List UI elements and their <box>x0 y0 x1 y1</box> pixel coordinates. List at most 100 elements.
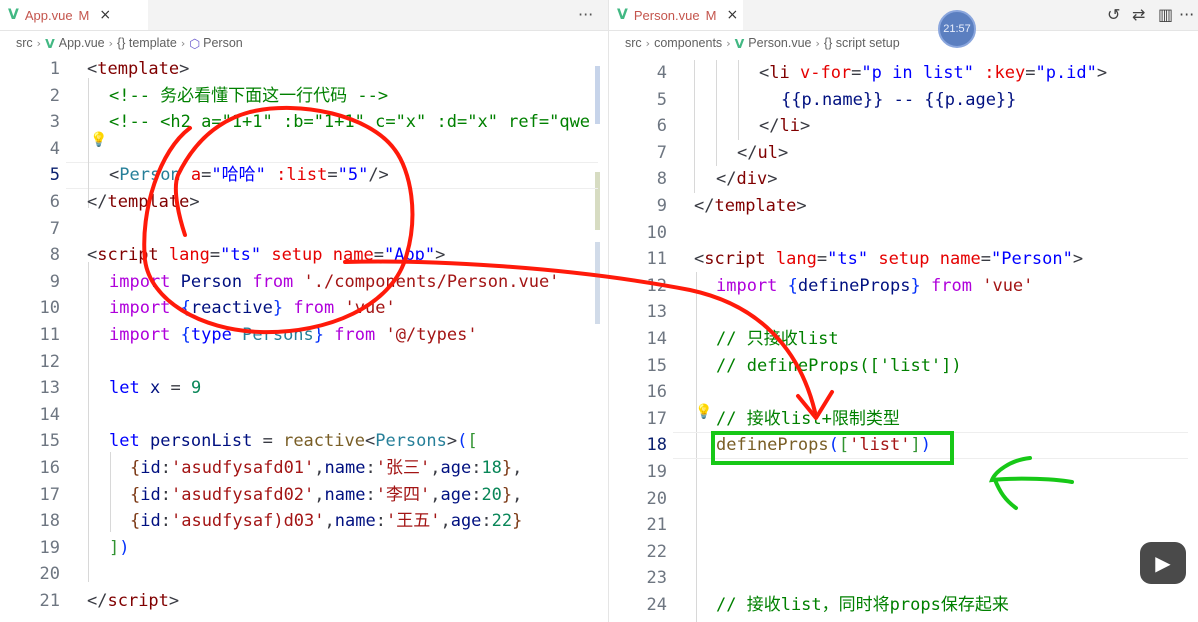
left-tab-bar: V App.vue M × ··· <box>0 0 608 31</box>
line-number: 5 <box>49 165 60 186</box>
breadcrumb-file[interactable]: App.vue <box>59 36 105 50</box>
breadcrumb-src[interactable]: src <box>16 36 33 50</box>
line-number: 20 <box>39 564 60 585</box>
code-line: 9 </template> <box>609 193 1198 220</box>
line-text: </template> <box>694 196 807 216</box>
line-text: // defineProps(['list']) <box>716 355 962 376</box>
code-line: 21 </script> <box>0 588 608 615</box>
line-number: 14 <box>646 329 667 349</box>
line-text: {id:'asudfysaf)d03',name:'王五',age:22} <box>130 511 523 532</box>
code-line: 24 // 接收list，同时将props保存起来 <box>609 592 1198 619</box>
line-number: 12 <box>39 351 60 372</box>
line-number: 9 <box>49 271 60 292</box>
code-line: 12 import {defineProps} from 'vue' <box>609 273 1198 300</box>
code-line: 19]) <box>0 535 608 562</box>
line-number: 10 <box>39 298 60 319</box>
code-line: 14 <box>0 402 608 429</box>
chevron-right-icon: › <box>36 36 42 50</box>
line-number: 17 <box>646 408 667 429</box>
line-number: 17 <box>39 484 60 505</box>
split-editor-icon[interactable]: ▥ <box>1158 5 1173 24</box>
compare-changes-icon[interactable]: ⇄ <box>1132 5 1145 24</box>
more-actions-icon[interactable]: ··· <box>578 5 593 24</box>
line-text: import {defineProps} from 'vue' <box>716 275 1034 296</box>
line-text: {{p.name}} -- {{p.age}} <box>781 89 1017 110</box>
code-line: 19 <box>609 459 1198 486</box>
line-number: 16 <box>39 458 60 478</box>
close-icon[interactable]: × <box>99 7 111 23</box>
code-line: 21 <box>609 512 1198 539</box>
code-line: 16 <box>609 379 1198 406</box>
code-line: 7 <box>0 216 608 243</box>
line-text: import Person from './components/Person.… <box>109 271 560 292</box>
vue-file-icon: V <box>734 35 745 51</box>
code-line: 10 <box>609 220 1198 247</box>
line-number: 5 <box>656 89 667 110</box>
line-number: 13 <box>39 378 60 399</box>
code-line: 6 </li> <box>609 113 1198 140</box>
code-line: 5 {{p.name}} -- {{p.age}} <box>609 87 1198 114</box>
line-text: </ul> <box>737 142 789 163</box>
line-text: <template> <box>87 59 190 79</box>
breadcrumb-src[interactable]: src <box>625 36 642 50</box>
code-line: 8 <script lang="ts" setup name="App"> <box>0 242 608 269</box>
line-number: 24 <box>646 595 667 615</box>
code-line: 4 <li v-for="p in list" :key="p.id"> <box>609 60 1198 87</box>
code-line: 16 {id:'asudfysafd01',name:'张三',age:18}, <box>0 455 608 482</box>
right-editor-pane: V Person.vue M × ↺ ⇄ ▥ ··· src › compone… <box>609 0 1198 622</box>
line-number: 11 <box>39 325 60 345</box>
vue-file-icon: V <box>617 7 628 23</box>
vue-file-icon: V <box>8 7 19 23</box>
video-player-icon[interactable]: ▶ <box>1140 542 1186 584</box>
chevron-right-icon: › <box>645 36 651 50</box>
line-number: 8 <box>656 169 667 190</box>
breadcrumb-file[interactable]: Person.vue <box>748 36 811 50</box>
code-line: 22 <box>609 539 1198 566</box>
code-line: 23 <box>609 565 1198 592</box>
code-line: 5 <Person a="哈哈" :list="5"/> <box>0 162 608 189</box>
tab-app-vue[interactable]: V App.vue M × <box>0 0 148 30</box>
line-number: 7 <box>49 218 60 239</box>
line-number: 3 <box>49 112 60 133</box>
line-text: let personList = reactive<Persons>([ <box>109 431 478 452</box>
code-line: 20 <box>609 486 1198 513</box>
breadcrumb: src › components › V Person.vue › {} scr… <box>609 30 1198 56</box>
tab-label: App.vue <box>24 7 73 23</box>
line-text: <Person a="哈哈" :list="5"/> <box>109 165 389 186</box>
code-line: 12 <box>0 349 608 376</box>
line-number: 14 <box>39 404 60 425</box>
line-number: 4 <box>656 63 667 83</box>
code-line: 8 </div> <box>609 166 1198 193</box>
line-text: // 只接收list <box>716 329 839 349</box>
breadcrumb-components[interactable]: components <box>654 36 722 50</box>
code-line: 6 </template> <box>0 189 608 216</box>
line-text: </template> <box>87 192 200 212</box>
line-number: 2 <box>49 85 60 106</box>
line-number: 10 <box>646 222 667 243</box>
line-text: <script lang="ts" setup name="App"> <box>87 245 446 266</box>
code-line: 11 <script lang="ts" setup name="Person"> <box>609 246 1198 273</box>
line-number: 21 <box>39 591 60 611</box>
line-number: 6 <box>656 116 667 137</box>
line-number: 9 <box>656 196 667 216</box>
tab-person-vue[interactable]: V Person.vue M × <box>609 0 743 30</box>
line-number: 15 <box>39 431 60 452</box>
close-icon[interactable]: × <box>726 7 738 23</box>
line-text: {id:'asudfysafd02',name:'李四',age:20}, <box>130 484 523 505</box>
line-number: 4 <box>49 138 60 159</box>
more-actions-icon[interactable]: ··· <box>1179 5 1194 24</box>
code-line: 14 // 只接收list <box>609 326 1198 353</box>
line-number: 12 <box>646 275 667 296</box>
code-line: 9 import Person from './components/Person… <box>0 269 608 296</box>
line-number: 23 <box>646 568 667 589</box>
breadcrumb-person[interactable]: Person <box>203 36 243 50</box>
history-icon[interactable]: ↺ <box>1107 5 1120 24</box>
breadcrumb-script-setup[interactable]: {} script setup <box>824 36 900 50</box>
chevron-right-icon: › <box>180 36 186 50</box>
line-number: 18 <box>39 511 60 532</box>
breadcrumb-template[interactable]: {} template <box>117 36 177 50</box>
code-line: 17 // 接收list+限制类型 <box>609 406 1198 433</box>
line-number: 8 <box>49 245 60 266</box>
code-line: 4 <box>0 136 608 163</box>
left-editor-pane: V App.vue M × ··· src › V App.vue › {} t… <box>0 0 609 622</box>
